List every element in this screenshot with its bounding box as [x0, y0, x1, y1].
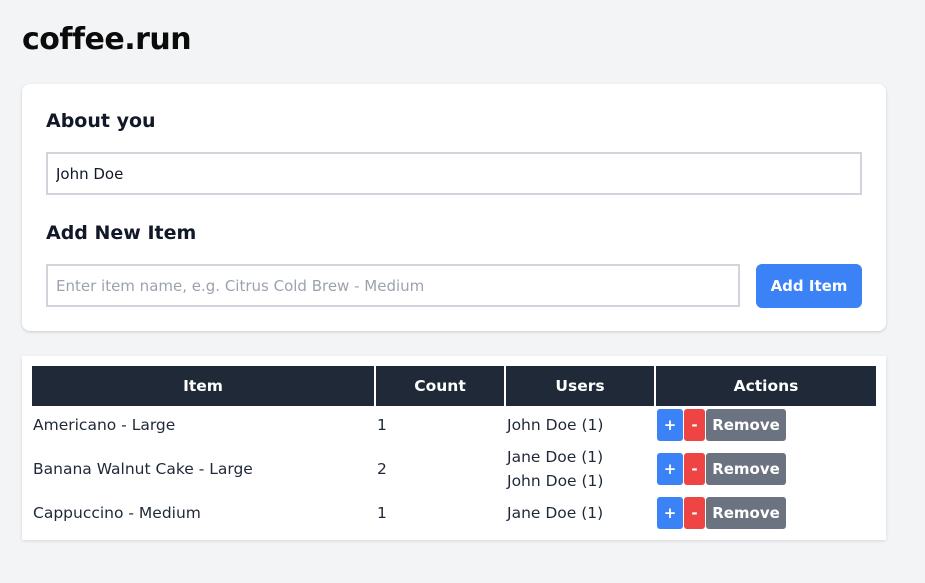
actions-cell: + - Remove [656, 406, 876, 444]
increment-button[interactable]: + [657, 409, 683, 441]
item-name-input[interactable] [46, 264, 740, 307]
user-entry: Jane Doe (1) [507, 504, 604, 522]
actions-cell: + - Remove [656, 444, 876, 494]
remove-button[interactable]: Remove [706, 409, 786, 441]
name-input[interactable] [46, 152, 862, 195]
users-cell: Jane Doe (1) [506, 494, 656, 532]
order-form-card: About you Add New Item Add Item [22, 84, 886, 331]
column-header-users: Users [506, 366, 656, 406]
table-row: Americano - Large 1 John Doe (1) + - Remov… [32, 406, 876, 444]
table-header-row: Item Count Users Actions [32, 366, 876, 406]
decrement-button[interactable]: - [684, 453, 705, 485]
users-cell: Jane Doe (1) John Doe (1) [506, 444, 656, 494]
count-cell: 2 [377, 460, 387, 478]
table-row: Banana Walnut Cake - Large 2 Jane Doe (1… [32, 444, 876, 494]
column-header-actions: Actions [656, 366, 876, 406]
remove-button[interactable]: Remove [706, 453, 786, 485]
column-header-item: Item [32, 366, 376, 406]
column-header-count: Count [376, 366, 506, 406]
count-cell: 1 [377, 416, 387, 434]
decrement-button[interactable]: - [684, 409, 705, 441]
actions-cell: + - Remove [656, 494, 876, 532]
add-item-button[interactable]: Add Item [756, 264, 862, 308]
orders-table: Item Count Users Actions Americano - Lar… [32, 366, 876, 532]
item-cell: Banana Walnut Cake - Large [33, 460, 253, 478]
item-cell: Americano - Large [33, 416, 176, 434]
user-entry: John Doe (1) [507, 472, 604, 490]
table-row: Cappuccino - Medium 1 Jane Doe (1) + - Rem… [32, 494, 876, 532]
users-cell: John Doe (1) [506, 406, 656, 444]
decrement-button[interactable]: - [684, 497, 705, 529]
item-cell: Cappuccino - Medium [33, 504, 201, 522]
orders-table-card: Item Count Users Actions Americano - Lar… [22, 356, 886, 540]
remove-button[interactable]: Remove [706, 497, 786, 529]
user-entry: Jane Doe (1) [507, 448, 604, 466]
user-entry: John Doe (1) [507, 416, 604, 434]
app-title: coffee.run [22, 22, 192, 57]
increment-button[interactable]: + [657, 497, 683, 529]
about-you-heading: About you [46, 110, 156, 132]
add-item-heading: Add New Item [46, 222, 197, 244]
increment-button[interactable]: + [657, 453, 683, 485]
count-cell: 1 [377, 504, 387, 522]
